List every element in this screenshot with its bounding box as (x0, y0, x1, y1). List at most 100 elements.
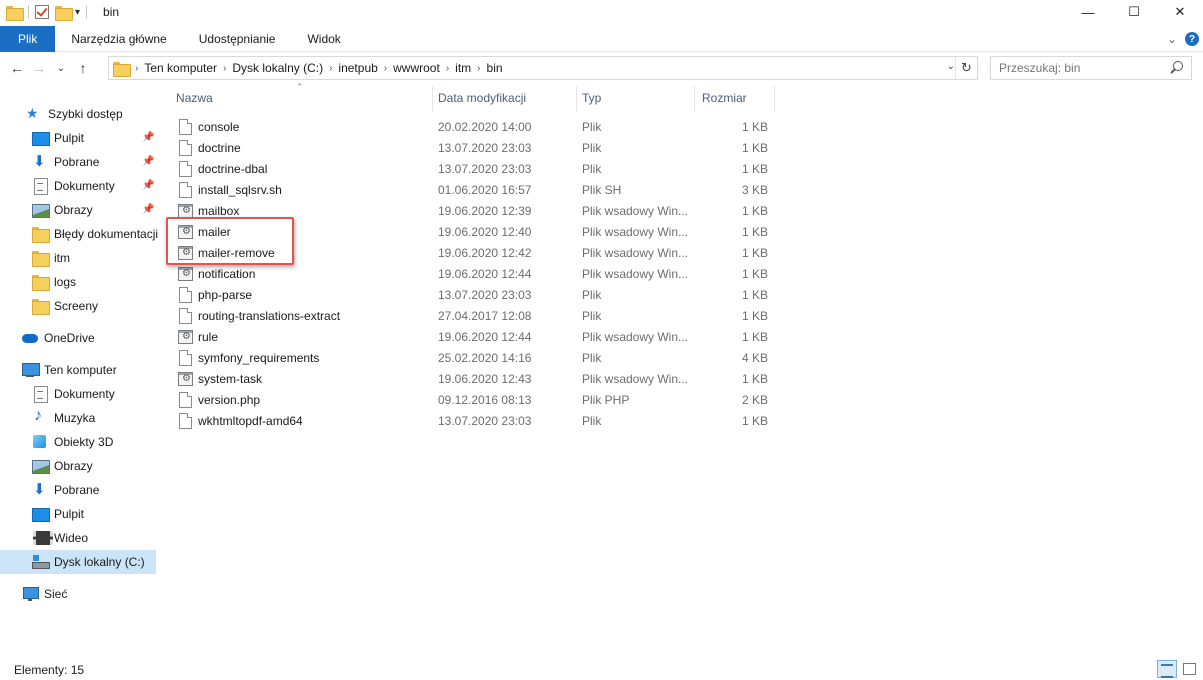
breadcrumb-separator[interactable]: › (329, 63, 332, 74)
onedrive-cloud-icon (22, 330, 38, 346)
breadcrumb-inetpub[interactable]: inetpub (338, 61, 377, 75)
breadcrumb-itm[interactable]: itm (455, 61, 471, 75)
folder-icon[interactable] (6, 5, 24, 21)
file-row[interactable]: notification 19.06.2020 12:44 Plik wsadowy… (166, 264, 786, 285)
back-button[interactable]: ← (6, 60, 28, 76)
file-size: 1 KB (741, 267, 768, 281)
sidebar-item-3d-objects[interactable]: Obiekty 3D (32, 430, 113, 454)
sidebar-item-downloads[interactable]: Pobrane 📌 (32, 150, 156, 174)
file-row[interactable]: routing-translations-extract 27.04.2017 1… (166, 306, 786, 327)
new-folder-icon[interactable] (55, 5, 73, 21)
breadcrumb-separator[interactable]: › (135, 63, 138, 74)
column-header-type[interactable]: Typ (582, 84, 694, 112)
up-button[interactable]: ↑ (72, 60, 94, 76)
folder-icon (32, 298, 50, 315)
sidebar-item-pc-downloads[interactable]: Pobrane (32, 478, 99, 502)
file-row[interactable]: symfony_requirements 25.02.2020 14:16 Plik… (166, 348, 786, 369)
tab-home[interactable]: Narzędzia główne (55, 26, 182, 52)
large-icons-view-button[interactable] (1180, 660, 1200, 678)
tab-file[interactable]: Plik (0, 25, 56, 52)
file-name: rule (198, 330, 219, 344)
file-row[interactable]: system-task 19.06.2020 12:43 Plik wsadowy … (166, 369, 786, 390)
sidebar-item-onedrive[interactable]: OneDrive (22, 326, 95, 350)
tab-share[interactable]: Udostępnianie (183, 26, 292, 52)
address-bar[interactable]: › Ten komputer › Dysk lokalny (C:) › ine… (108, 56, 978, 80)
sidebar-item-music[interactable]: Muzyka (32, 406, 95, 430)
customize-toolbar-icon[interactable]: ▾ (75, 7, 80, 18)
forward-button[interactable]: → (28, 60, 50, 76)
recent-locations-button[interactable]: ⌄ (50, 63, 72, 74)
annotation-highlight-box (166, 217, 294, 265)
address-dropdown-icon[interactable]: ⌄ (947, 61, 955, 72)
sidebar-item-pc-desktop[interactable]: Pulpit (32, 502, 84, 526)
sidebar-item-quick-access[interactable]: Szybki dostęp (26, 102, 123, 126)
breadcrumb-separator[interactable]: › (384, 63, 387, 74)
column-divider[interactable] (432, 86, 433, 112)
column-divider[interactable] (774, 86, 775, 112)
file-row[interactable]: doctrine 13.07.2020 23:03 Plik 1 KB (166, 138, 786, 159)
file-icon (179, 308, 192, 324)
details-view-button[interactable] (1157, 660, 1177, 678)
sidebar-item-this-pc[interactable]: Ten komputer (22, 358, 117, 382)
pin-icon: 📌 (142, 132, 155, 143)
column-header-name[interactable]: Nazwa (176, 84, 432, 112)
breadcrumb-this-pc[interactable]: Ten komputer (144, 61, 217, 75)
file-type: Plik PHP (582, 393, 630, 407)
maximize-button[interactable]: ☐ (1111, 0, 1157, 24)
network-icon (22, 586, 39, 602)
sidebar-item-documents[interactable]: Dokumenty 📌 (32, 174, 156, 198)
sidebar-item-label: Pulpit (54, 131, 85, 145)
sidebar-item-screeny[interactable]: Screeny (32, 294, 98, 318)
search-icon[interactable] (1169, 61, 1183, 75)
window-controls: — ☐ ✕ (1065, 0, 1203, 24)
sidebar-item-video[interactable]: Wideo (32, 526, 88, 550)
file-row[interactable]: version.php 09.12.2016 08:13 Plik PHP 2 KB (166, 390, 786, 411)
sidebar-item-itm[interactable]: itm (32, 246, 70, 270)
file-date: 19.06.2020 12:42 (438, 246, 532, 260)
file-size: 2 KB (741, 393, 768, 407)
tab-view[interactable]: Widok (291, 26, 356, 52)
status-bar: Elementy: 15 (0, 656, 1203, 680)
sidebar-item-pc-pictures[interactable]: Obrazy (32, 454, 93, 478)
sidebar-item-local-disk[interactable]: Dysk lokalny (C:) (0, 550, 156, 574)
sidebar-item-label: Dokumenty (54, 179, 115, 193)
sidebar-item-bledy-dokumentacji[interactable]: Błędy dokumentacji (32, 222, 158, 246)
file-row[interactable]: rule 19.06.2020 12:44 Plik wsadowy Win... 1… (166, 327, 786, 348)
properties-icon[interactable] (35, 5, 49, 19)
sidebar-item-label: Muzyka (54, 411, 96, 425)
breadcrumb-bin[interactable]: bin (487, 61, 503, 75)
file-date: 19.06.2020 12:40 (438, 225, 532, 239)
file-type: Plik wsadowy Win... (582, 372, 689, 386)
sidebar-item-label: Pulpit (54, 507, 85, 521)
file-type: Plik (582, 162, 602, 176)
expand-ribbon-icon[interactable]: ⌄ (1167, 32, 1177, 46)
sidebar-item-pc-documents[interactable]: Dokumenty (32, 382, 115, 406)
column-header-date[interactable]: Data modyfikacji (438, 84, 576, 112)
minimize-button[interactable]: — (1065, 0, 1111, 24)
documents-icon (32, 178, 48, 195)
sidebar-item-desktop[interactable]: Pulpit 📌 (32, 126, 156, 150)
column-divider[interactable] (576, 86, 577, 112)
breadcrumb-separator[interactable]: › (477, 63, 480, 74)
navigation-pane: Szybki dostęp Pulpit 📌 Pobrane 📌 Dokumen… (0, 100, 160, 601)
breadcrumb-separator[interactable]: › (223, 63, 226, 74)
column-header-size[interactable]: Rozmiar (702, 84, 774, 112)
column-divider[interactable] (694, 86, 695, 112)
breadcrumb-wwwroot[interactable]: wwwroot (393, 61, 440, 75)
sidebar-item-logs[interactable]: logs (32, 270, 76, 294)
breadcrumb-separator[interactable]: › (446, 63, 449, 74)
file-row[interactable]: console 20.02.2020 14:00 Plik 1 KB (166, 117, 786, 138)
file-name: doctrine-dbal (198, 162, 268, 176)
search-box[interactable] (990, 56, 1192, 80)
breadcrumb-local-disk[interactable]: Dysk lokalny (C:) (232, 61, 323, 75)
file-row[interactable]: php-parse 13.07.2020 23:03 Plik 1 KB (166, 285, 786, 306)
file-row[interactable]: install_sqlsrv.sh 01.06.2020 16:57 Plik SH… (166, 180, 786, 201)
file-row[interactable]: doctrine-dbal 13.07.2020 23:03 Plik 1 KB (166, 159, 786, 180)
sidebar-item-pictures[interactable]: Obrazy 📌 (32, 198, 156, 222)
file-row[interactable]: wkhtmltopdf-amd64 13.07.2020 23:03 Plik 1 K… (166, 411, 786, 432)
search-input[interactable] (999, 61, 1159, 75)
sidebar-item-network[interactable]: Sieć (22, 582, 67, 606)
close-button[interactable]: ✕ (1157, 0, 1203, 24)
help-icon[interactable]: ? (1185, 32, 1199, 46)
refresh-button[interactable]: ↻ (955, 57, 977, 79)
